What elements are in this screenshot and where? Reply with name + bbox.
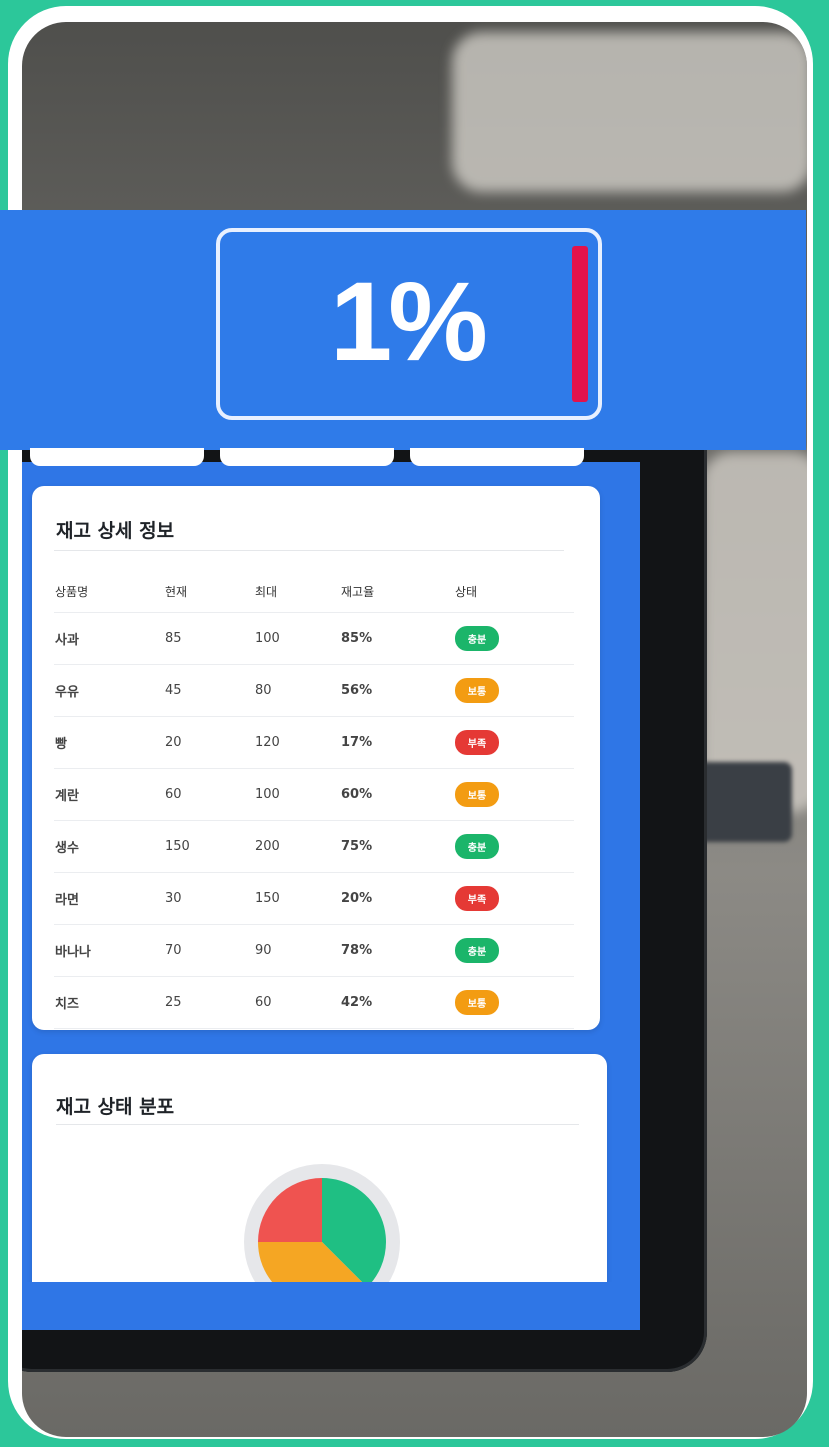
status-badge: 보통	[455, 782, 499, 807]
status-badge: 충분	[455, 834, 499, 859]
stock-rate: 20%	[340, 872, 454, 925]
table-row: 우유 45 80 56% 보통	[54, 664, 574, 717]
divider	[54, 550, 564, 551]
status-cell: 보통	[454, 768, 574, 821]
status-badge: 부족	[455, 886, 499, 911]
status-cell: 보통	[454, 664, 574, 717]
screen-bottom-strip	[22, 1282, 618, 1308]
table-row: 라면 30 150 20% 부족	[54, 872, 574, 925]
inventory-table: 상품명 현재 최대 재고율 상태 사과 85 100 85% 충분 우유 45 80 56% 보통…	[54, 570, 574, 1029]
stock-rate: 85%	[340, 612, 454, 665]
current-stock: 30	[164, 872, 254, 925]
background-blur-shape	[702, 452, 807, 812]
product-name: 계란	[54, 768, 164, 821]
status-badge: 충분	[455, 938, 499, 963]
max-stock: 100	[254, 768, 340, 821]
battery-level-bar	[572, 246, 588, 402]
table-row: 생수 150 200 75% 충분	[54, 820, 574, 873]
stock-rate: 75%	[340, 820, 454, 873]
table-row: 빵 20 120 17% 부족	[54, 716, 574, 769]
table-row: 사과 85 100 85% 충분	[54, 612, 574, 665]
product-name: 생수	[54, 820, 164, 873]
inventory-detail-card: 재고 상세 정보 상품명 현재 최대 재고율 상태 사과 85 100 85% 충분 우유…	[32, 486, 600, 1030]
pie-svg	[244, 1164, 400, 1294]
column-header: 상품명	[54, 570, 164, 613]
status-badge: 보통	[455, 678, 499, 703]
current-stock: 70	[164, 924, 254, 977]
status-cell: 충분	[454, 820, 574, 873]
product-name: 바나나	[54, 924, 164, 977]
product-name: 빵	[54, 716, 164, 769]
battery-percentage: 1%	[330, 259, 488, 384]
current-stock: 150	[164, 820, 254, 873]
current-stock: 85	[164, 612, 254, 665]
max-stock: 80	[254, 664, 340, 717]
stock-rate: 42%	[340, 976, 454, 1029]
status-pie-chart	[242, 1162, 402, 1294]
max-stock: 100	[254, 612, 340, 665]
background-blur-shape	[452, 32, 807, 192]
table-row: 치즈 25 60 42% 보통	[54, 976, 574, 1029]
summary-card-stub	[30, 448, 204, 466]
stock-rate: 17%	[340, 716, 454, 769]
current-stock: 60	[164, 768, 254, 821]
status-cell: 충분	[454, 612, 574, 665]
product-name: 치즈	[54, 976, 164, 1029]
summary-card-stub	[410, 448, 584, 466]
max-stock: 200	[254, 820, 340, 873]
stock-rate: 60%	[340, 768, 454, 821]
distribution-card: 재고 상태 분포	[32, 1054, 607, 1294]
column-header: 상태	[454, 570, 574, 613]
table-row: 계란 60 100 60% 보통	[54, 768, 574, 821]
max-stock: 120	[254, 716, 340, 769]
status-cell: 충분	[454, 924, 574, 977]
product-name: 우유	[54, 664, 164, 717]
status-badge: 부족	[455, 730, 499, 755]
divider	[56, 1124, 579, 1125]
stock-rate: 78%	[340, 924, 454, 977]
status-cell: 보통	[454, 976, 574, 1029]
max-stock: 150	[254, 872, 340, 925]
status-cell: 부족	[454, 716, 574, 769]
current-stock: 20	[164, 716, 254, 769]
status-badge: 보통	[455, 990, 499, 1015]
product-name: 사과	[54, 612, 164, 665]
max-stock: 60	[254, 976, 340, 1029]
column-header: 재고율	[340, 570, 454, 613]
column-header: 최대	[254, 570, 340, 613]
column-header: 현재	[164, 570, 254, 613]
stock-rate: 56%	[340, 664, 454, 717]
card-title: 재고 상태 분포	[56, 1096, 175, 1118]
table-header-row: 상품명 현재 최대 재고율 상태	[54, 570, 574, 613]
card-title: 재고 상세 정보	[56, 520, 175, 542]
product-name: 라면	[54, 872, 164, 925]
current-stock: 25	[164, 976, 254, 1029]
table-row: 바나나 70 90 78% 충분	[54, 924, 574, 977]
max-stock: 90	[254, 924, 340, 977]
status-cell: 부족	[454, 872, 574, 925]
battery-indicator: 1%	[216, 228, 602, 420]
status-badge: 충분	[455, 626, 499, 651]
summary-card-stub	[220, 448, 394, 466]
current-stock: 45	[164, 664, 254, 717]
